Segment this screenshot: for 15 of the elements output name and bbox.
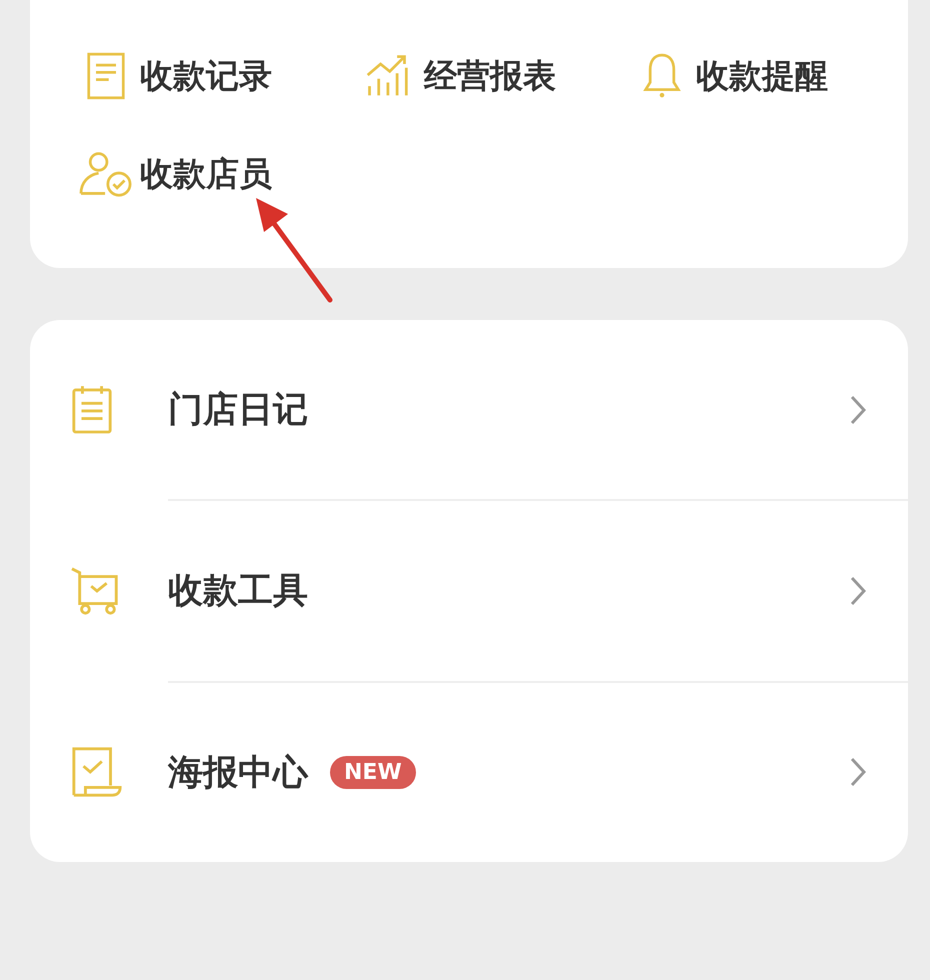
- chevron-right-icon: [850, 576, 866, 606]
- chevron-right-icon: [850, 394, 866, 425]
- menu-item-label[interactable]: 海报中心: [168, 748, 308, 796]
- chevron-right-icon: [850, 757, 866, 788]
- poster-check-icon: [70, 745, 124, 800]
- shortcut-label[interactable]: 收款提醒: [696, 54, 828, 98]
- notepad-icon: [70, 384, 114, 436]
- menu-item-label[interactable]: 门店日记: [168, 386, 308, 434]
- new-badge: NEW: [330, 756, 416, 789]
- person-check-icon: [78, 149, 134, 199]
- document-icon: [86, 51, 126, 101]
- shortcut-label[interactable]: 收款记录: [140, 54, 272, 98]
- menu-item-label[interactable]: 收款工具: [168, 567, 308, 614]
- shortcut-label[interactable]: 经营报表: [424, 54, 556, 98]
- shortcut-label[interactable]: 收款店员: [140, 152, 272, 196]
